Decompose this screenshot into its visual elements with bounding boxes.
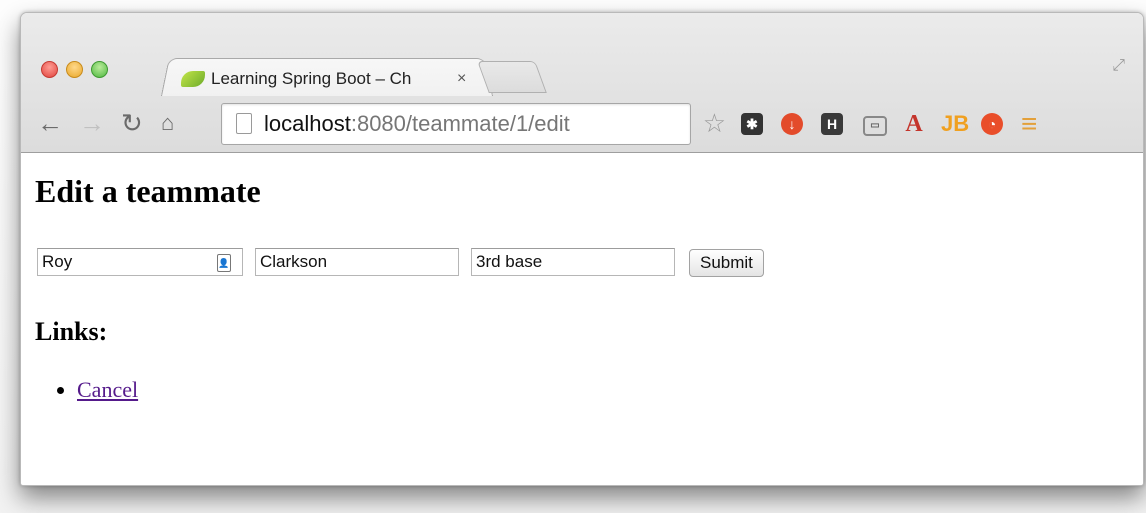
first-name-input[interactable] (37, 248, 243, 276)
address-bar[interactable]: localhost:8080/teammate/1/edit ☆ (221, 103, 726, 145)
extension-download-icon[interactable]: ↓ (781, 113, 803, 135)
list-item: Cancel (77, 377, 138, 403)
new-tab-button[interactable] (477, 61, 547, 93)
window-zoom-button[interactable] (91, 61, 108, 78)
extension-circle-icon[interactable]: ◔ (981, 113, 1003, 135)
page-content: Edit a teammate 👤 Submit Links: Cancel (21, 153, 1143, 485)
page-icon (236, 113, 252, 134)
menu-icon[interactable]: ≡ (1021, 110, 1037, 138)
window-minimize-button[interactable] (66, 61, 83, 78)
forward-arrow-icon[interactable]: → (79, 105, 105, 141)
cancel-link[interactable]: Cancel (77, 377, 138, 402)
autofill-contact-icon[interactable]: 👤 (217, 254, 231, 272)
desktop-background: Learning Spring Boot – Ch × ⤢ ← → ↻ ⌂ lo… (0, 0, 1146, 513)
browser-window: Learning Spring Boot – Ch × ⤢ ← → ↻ ⌂ lo… (20, 12, 1144, 486)
position-input[interactable] (471, 248, 675, 276)
browser-toolbar: ← → ↻ ⌂ localhost:8080/teammate/1/edit ☆… (21, 95, 1143, 151)
url-host: localhost (264, 111, 351, 136)
tab-close-icon[interactable]: × (457, 70, 466, 88)
extension-asterisk-icon[interactable]: ✱ (741, 113, 763, 135)
extension-jb-icon[interactable]: JB (941, 113, 969, 135)
submit-button[interactable]: Submit (689, 249, 764, 277)
back-arrow-icon[interactable]: ← (37, 105, 63, 141)
last-name-input[interactable] (255, 248, 459, 276)
fullscreen-icon[interactable]: ⤢ (1112, 57, 1125, 75)
browser-chrome: Learning Spring Boot – Ch × ⤢ ← → ↻ ⌂ lo… (21, 13, 1143, 153)
spring-leaf-icon (181, 71, 205, 87)
extension-a-icon[interactable]: A (903, 112, 925, 136)
reload-icon[interactable]: ↻ (121, 105, 143, 141)
browser-tab[interactable]: Learning Spring Boot – Ch × (173, 63, 483, 95)
links-list: Cancel (59, 377, 138, 403)
page-title: Edit a teammate (35, 173, 261, 209)
tab-title: Learning Spring Boot – Ch (211, 69, 412, 88)
url-text[interactable]: localhost:8080/teammate/1/edit (264, 104, 570, 144)
cast-icon[interactable]: ▭ (863, 116, 887, 136)
extension-h-icon[interactable]: H (821, 113, 843, 135)
home-icon[interactable]: ⌂ (161, 105, 174, 141)
url-path: :8080/teammate/1/edit (350, 111, 570, 136)
window-close-button[interactable] (41, 61, 58, 78)
links-heading: Links: (35, 317, 108, 346)
bookmark-star-icon[interactable]: ☆ (703, 108, 726, 138)
